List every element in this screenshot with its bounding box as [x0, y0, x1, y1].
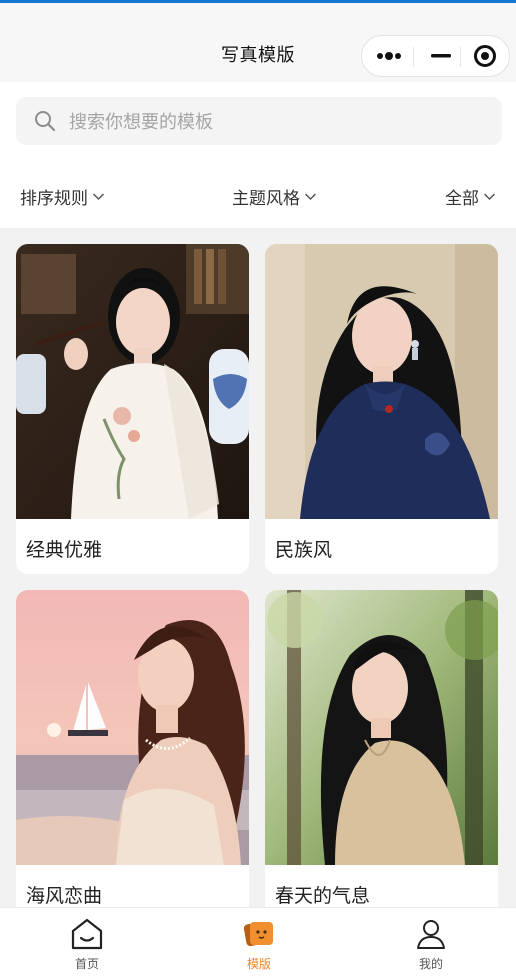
- template-photo: [16, 590, 249, 865]
- template-icon: [243, 921, 273, 947]
- capsule-divider: [460, 47, 461, 67]
- miniprogram-capsule: [361, 35, 510, 77]
- minimize-button[interactable]: [418, 36, 464, 76]
- tab-home[interactable]: 首页: [27, 908, 147, 976]
- tab-template[interactable]: 模版: [199, 908, 319, 976]
- tab-mine[interactable]: 我的: [371, 908, 491, 976]
- target-close-icon: [474, 45, 496, 67]
- chevron-down-icon: [483, 192, 496, 200]
- template-card[interactable]: 民族风: [265, 244, 498, 574]
- category-filter-dropdown[interactable]: 全部: [445, 183, 496, 209]
- theme-filter-dropdown[interactable]: 主题风格: [232, 183, 317, 209]
- theme-filter-label: 主题风格: [232, 188, 300, 209]
- more-dots-icon: [377, 52, 401, 60]
- search-filter-panel: 搜索你想要的模板 排序规则 主题风格 全部: [0, 82, 516, 228]
- chevron-down-icon: [304, 192, 317, 200]
- more-button[interactable]: [362, 36, 416, 76]
- template-name: 海风恋曲: [26, 885, 103, 907]
- tab-template-label: 模版: [246, 957, 271, 971]
- search-input[interactable]: 搜索你想要的模板: [16, 97, 502, 145]
- bottom-tab-bar: 首页 模版 我的: [0, 907, 516, 976]
- template-card[interactable]: 春天的气息: [265, 590, 498, 930]
- sort-filter-label: 排序规则: [20, 188, 88, 209]
- template-card[interactable]: 海风恋曲: [16, 590, 249, 930]
- template-photo: [16, 244, 249, 519]
- home-icon: [71, 918, 103, 950]
- template-photo: [265, 590, 498, 865]
- template-name: 春天的气息: [275, 885, 371, 907]
- tab-home-label: 首页: [74, 957, 99, 971]
- tab-mine-label: 我的: [418, 957, 443, 971]
- template-card[interactable]: 经典优雅: [16, 244, 249, 574]
- search-icon: [35, 111, 56, 132]
- template-name: 经典优雅: [26, 539, 103, 561]
- category-filter-label: 全部: [445, 188, 479, 209]
- minimize-icon: [431, 54, 451, 58]
- user-icon: [417, 920, 445, 949]
- template-name: 民族风: [275, 539, 333, 561]
- capsule-divider: [413, 47, 414, 67]
- app-page: 写真模版 搜索你想要的模板 排序规则 主题风格 全部 经典优雅 民族风 海风恋曲…: [0, 0, 516, 976]
- template-photo: [265, 244, 498, 519]
- navigation-bar: 写真模版: [0, 3, 516, 82]
- search-placeholder: 搜索你想要的模板: [69, 112, 213, 133]
- close-miniprogram-button[interactable]: [462, 36, 508, 76]
- chevron-down-icon: [92, 192, 105, 200]
- sort-filter-dropdown[interactable]: 排序规则: [20, 183, 105, 209]
